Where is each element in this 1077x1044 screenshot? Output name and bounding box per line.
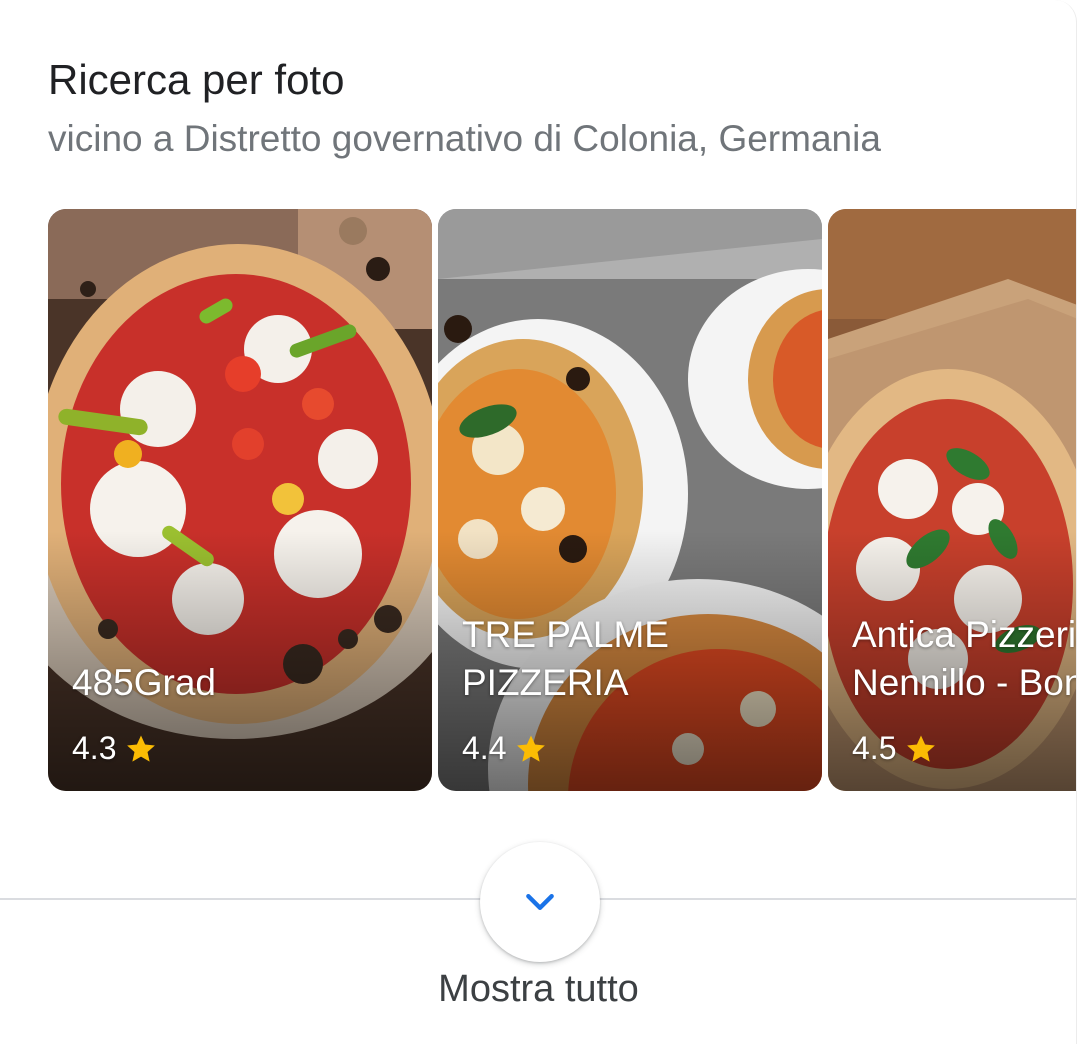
place-name: 485Grad (72, 662, 216, 703)
place-name: TRE PALME PIZZERIA (462, 614, 669, 703)
photo-search-card: Ricerca per foto vicino a Distretto gove… (0, 0, 1077, 1044)
star-icon (517, 735, 546, 762)
expand-button[interactable] (480, 842, 600, 962)
rating-value: 4.3 (72, 730, 117, 766)
place-card-485grad[interactable]: 485Grad 4.3 (48, 209, 432, 791)
place-name: Antica Pizzeria Nennillo - Bonn (852, 614, 1077, 703)
star-icon (127, 735, 156, 762)
rating-value: 4.4 (462, 730, 507, 766)
photo-carousel[interactable]: 485Grad 4.3 TRE PALME PIZZERIA 4.4 Antic… (48, 209, 1077, 791)
place-rating: 4.4 (462, 730, 548, 767)
show-all-link[interactable]: Mostra tutto (0, 968, 1076, 1011)
chevron-down-icon (526, 894, 554, 910)
star-icon (907, 735, 936, 762)
place-card-antica-pizzeria[interactable]: Antica Pizzeria Nennillo - Bonn 4.5 (828, 209, 1077, 791)
section-title: Ricerca per foto (48, 56, 345, 103)
place-rating: 4.3 (72, 730, 158, 767)
rating-value: 4.5 (852, 730, 897, 766)
place-card-tre-palme[interactable]: TRE PALME PIZZERIA 4.4 (438, 209, 822, 791)
location-subtitle: vicino a Distretto governativo di Coloni… (48, 118, 881, 159)
place-rating: 4.5 (852, 730, 938, 767)
